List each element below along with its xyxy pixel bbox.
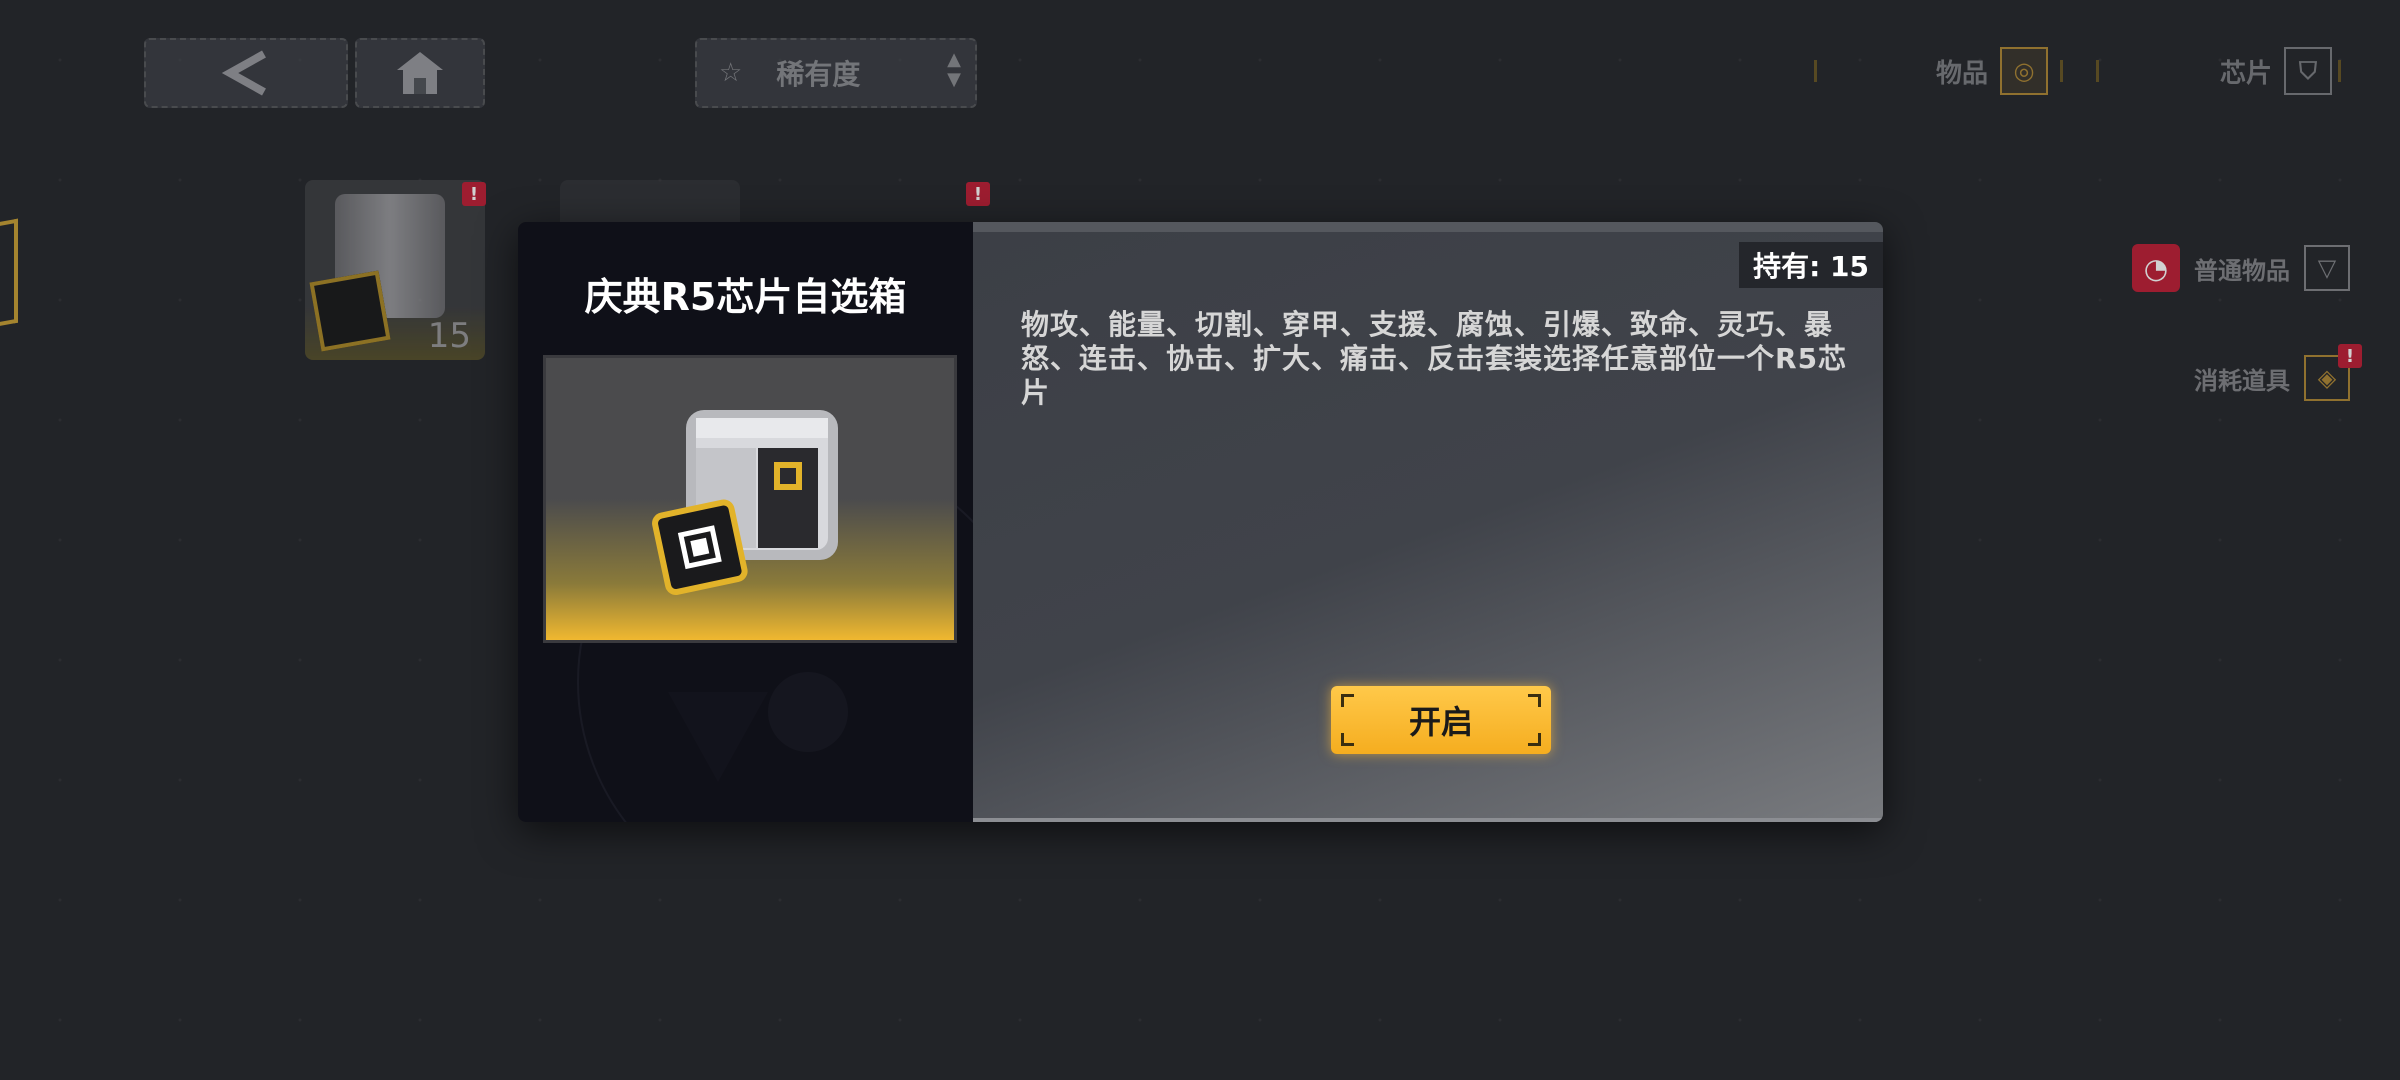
chip-box-icon (652, 410, 838, 595)
item-detail-modal: 庆典R5芯片自选箱 持有: 15 物攻、能量、切割、穿甲、支援、腐蚀、引爆、致命… (518, 222, 1883, 822)
bottom-strip (973, 818, 1883, 822)
modal-left-panel: 庆典R5芯片自选箱 (518, 222, 973, 822)
open-button[interactable]: 开启 (1331, 686, 1551, 754)
hold-count: 持有: 15 (1739, 242, 1883, 288)
item-image (543, 355, 957, 643)
modal-title: 庆典R5芯片自选箱 (584, 275, 907, 319)
open-button-label: 开启 (1408, 704, 1473, 740)
item-description: 物攻、能量、切割、穿甲、支援、腐蚀、引爆、致命、灵巧、暴怒、连击、协击、扩大、痛… (1021, 308, 1848, 409)
corner-mark (1341, 733, 1354, 746)
corner-mark (1528, 733, 1541, 746)
corner-mark (1528, 694, 1541, 707)
modal-right-panel: 持有: 15 物攻、能量、切割、穿甲、支援、腐蚀、引爆、致命、灵巧、暴怒、连击、… (973, 222, 1883, 822)
corner-mark (1341, 694, 1354, 707)
